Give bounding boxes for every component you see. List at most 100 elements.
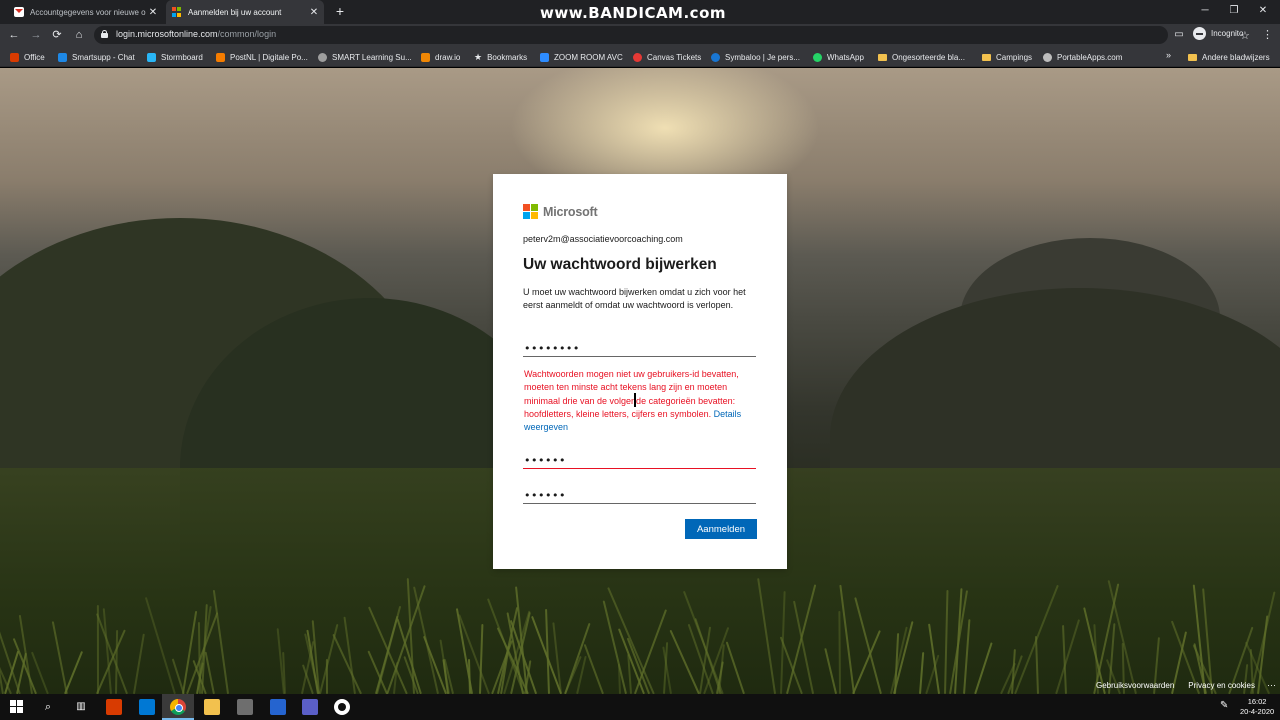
forward-button[interactable]: → <box>28 27 44 43</box>
more-options-icon[interactable]: ··· <box>1267 680 1276 690</box>
bookmark-item[interactable]: PostNL | Digitale Po... <box>216 50 308 64</box>
reload-button[interactable]: ⟳ <box>49 27 65 43</box>
file-explorer-icon[interactable] <box>204 699 220 715</box>
drawio-icon <box>421 52 430 62</box>
update-description: U moet uw wachtwoord bijwerken omdat u z… <box>523 287 746 311</box>
bookmark-label: draw.io <box>435 52 461 62</box>
symbaloo-icon <box>711 52 720 62</box>
system-clock[interactable]: 16:02 20-4-2020 <box>1240 697 1274 717</box>
close-tab-icon[interactable]: ✕ <box>308 7 320 18</box>
new-tab-button[interactable]: + <box>332 3 348 19</box>
bookmark-folder[interactable]: Ongesorteerde bla... <box>878 50 965 64</box>
current-password-input[interactable] <box>523 340 756 357</box>
search-icon[interactable]: ⌕ <box>40 699 56 715</box>
bookmark-label: WhatsApp <box>827 52 864 62</box>
url-text[interactable]: login.microsoftonline.com/common/login <box>116 29 276 39</box>
maximize-button[interactable]: ❐ <box>1219 0 1249 24</box>
close-tab-icon[interactable]: ✕ <box>147 7 159 18</box>
microsoft-icon <box>172 7 182 17</box>
window-close-button[interactable]: ✕ <box>1248 0 1278 24</box>
folder-icon <box>878 53 887 61</box>
url-path: /common/login <box>217 29 277 39</box>
incognito-label: Incognito <box>1211 29 1244 38</box>
bookmark-item[interactable]: Smartsupp - Chat <box>58 50 135 64</box>
bookmark-label: Ongesorteerde bla... <box>892 52 965 62</box>
postnl-icon <box>216 52 225 62</box>
microsoft-logo: Microsoft <box>523 204 598 219</box>
recording-watermark: www.BANDICAM.com <box>540 4 727 22</box>
office-icon <box>10 52 19 62</box>
tab-signin-active[interactable]: Aanmelden bij uw account ✕ <box>166 0 324 24</box>
bookmark-label: SMART Learning Su... <box>332 52 412 62</box>
clock-date: 20-4-2020 <box>1240 707 1275 716</box>
address-bar[interactable]: login.microsoftonline.com/common/login ☆ <box>94 26 1250 44</box>
zoom-icon <box>540 52 549 62</box>
bookmark-label: PortableApps.com <box>1057 52 1123 62</box>
other-bookmarks-folder[interactable]: Andere bladwijzers <box>1188 50 1270 64</box>
error-text: Wachtwoorden mogen niet uw gebruikers-id… <box>524 369 739 419</box>
password-error-message: Wachtwoorden mogen niet uw gebruikers-id… <box>524 368 756 434</box>
confirm-password-input[interactable] <box>523 487 756 504</box>
bookmark-label: Campings <box>996 52 1033 62</box>
bookmark-item[interactable]: PortableApps.com <box>1043 50 1122 64</box>
bookmark-item[interactable]: Stormboard <box>147 50 203 64</box>
start-button[interactable] <box>9 699 24 714</box>
browser-menu-icon[interactable]: ⋮ <box>1262 27 1273 43</box>
page-title: Uw wachtwoord bijwerken <box>523 256 717 273</box>
bookmark-item[interactable]: draw.io <box>421 50 460 64</box>
text-cursor-icon <box>634 393 636 407</box>
portableapps-icon <box>1043 52 1052 62</box>
incognito-indicator[interactable]: Incognito <box>1193 27 1243 40</box>
bookmark-folder[interactable]: Campings <box>982 50 1032 64</box>
stormboard-icon <box>147 52 156 62</box>
more-bookmarks-icon[interactable]: » <box>1166 50 1171 60</box>
tab-title: Aanmelden bij uw account <box>188 7 282 17</box>
bookmark-item[interactable]: Office <box>10 50 45 64</box>
tab-title: Accountgegevens voor nieuwe o <box>30 7 146 17</box>
chrome-app-icon[interactable] <box>170 699 186 715</box>
privacy-link[interactable]: Privacy en cookies <box>1188 681 1255 690</box>
smartsupp-icon <box>58 52 67 62</box>
bookmark-item[interactable]: Symbaloo | Je pers... <box>711 50 800 64</box>
signin-page-background: Microsoft peterv2m@associatievoorcoachin… <box>0 68 1280 694</box>
bookmark-label: Office <box>24 52 45 62</box>
calculator-icon[interactable] <box>237 699 253 715</box>
bookmark-item[interactable]: ★ Bookmarks <box>474 50 527 64</box>
todo-app-icon[interactable] <box>270 699 286 715</box>
bookmark-item[interactable]: Canvas Tickets <box>633 50 701 64</box>
home-button[interactable]: ⌂ <box>71 27 87 43</box>
signin-button[interactable]: Aanmelden <box>685 519 757 539</box>
office-app-icon[interactable] <box>106 699 122 715</box>
tab-gmail[interactable]: Accountgegevens voor nieuwe o ✕ <box>8 0 163 24</box>
bookmark-label: Symbaloo | Je pers... <box>725 52 800 62</box>
cast-icon[interactable]: ▭ <box>1172 27 1186 43</box>
minimize-button[interactable]: ─ <box>1190 0 1220 24</box>
bookmark-item[interactable]: ZOOM ROOM AVC <box>540 50 623 64</box>
bookmark-label: PostNL | Digitale Po... <box>230 52 308 62</box>
account-identity[interactable]: peterv2m@associatievoorcoaching.com <box>523 234 683 244</box>
task-view-icon[interactable]: ▥ <box>73 699 89 715</box>
pen-icon[interactable]: ✎ <box>1220 700 1228 711</box>
bookmark-label: Andere bladwijzers <box>1202 52 1270 62</box>
microsoft-logo-icon <box>523 204 538 219</box>
teams-app-icon[interactable] <box>302 699 318 715</box>
back-button[interactable]: ← <box>6 27 22 43</box>
incognito-icon <box>1193 27 1206 40</box>
clock-time: 16:02 <box>1247 697 1267 706</box>
record-app-icon[interactable] <box>334 699 350 715</box>
bookmark-label: Stormboard <box>161 52 203 62</box>
signin-card: Microsoft peterv2m@associatievoorcoachin… <box>493 174 787 569</box>
page-footer: Gebruiksvoorwaarden Privacy en cookies ·… <box>1086 680 1276 690</box>
bookmark-item[interactable]: WhatsApp <box>813 50 864 64</box>
bookmark-label: Smartsupp - Chat <box>72 52 135 62</box>
bookmark-item[interactable]: SMART Learning Su... <box>318 50 412 64</box>
canvas-icon <box>633 52 642 62</box>
outlook-app-icon[interactable] <box>139 699 155 715</box>
browser-tabstrip: Accountgegevens voor nieuwe o ✕ Aanmelde… <box>0 0 1280 24</box>
lock-icon <box>101 30 108 38</box>
new-password-input[interactable] <box>523 452 756 469</box>
whatsapp-icon <box>813 52 822 62</box>
terms-link[interactable]: Gebruiksvoorwaarden <box>1096 681 1174 690</box>
folder-icon <box>1188 53 1197 61</box>
bookmarks-bar: Office Smartsupp - Chat Stormboard PostN… <box>0 46 1280 67</box>
